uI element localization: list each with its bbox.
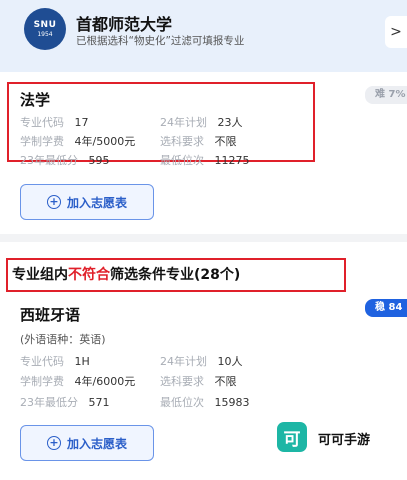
plus-circle-icon: + [46, 195, 61, 209]
section-title: 专业组内不符合筛选条件专业(28个) [12, 267, 241, 283]
subject-req-row: 选科要求 不限 [160, 375, 237, 388]
probability-badge: 稳 84 [365, 299, 407, 317]
university-header: SNU 1954 首都师范大学 已根据选科“物史化”过滤可填报专业 > [0, 0, 407, 72]
section-divider [0, 234, 407, 242]
major-name: 西班牙语 [20, 306, 81, 324]
university-logo: SNU 1954 [24, 8, 66, 50]
tuition-row: 学制学费 4年/6000元 [20, 375, 136, 388]
min-score-row: 23年最低分 571 [20, 396, 110, 409]
add-to-list-button[interactable]: + 加入志愿表 [20, 425, 154, 461]
min-rank-row: 最低位次 11275 [160, 154, 250, 167]
min-score-row: 23年最低分 595 [20, 154, 110, 167]
min-rank-row: 最低位次 15983 [160, 396, 250, 409]
language-note: (外语语种：英语) [20, 333, 106, 346]
tuition-row: 学制学费 4年/5000元 [20, 135, 136, 148]
major-code-row: 专业代码 1H [20, 355, 90, 368]
plan-row: 24年计划 23人 [160, 116, 243, 129]
plus-circle-icon: + [46, 436, 61, 450]
difficulty-badge: 难 7% [365, 86, 407, 104]
watermark-text: 可可手游 [318, 433, 371, 448]
major-card-law: 法学 难 7% 专业代码 17 24年计划 23人 学制学费 4年/5000元 … [0, 72, 407, 234]
university-name: 首都师范大学 [76, 15, 173, 34]
major-card-spanish: 专业组内不符合筛选条件专业(28个) 西班牙语 稳 84 (外语语种：英语) 专… [0, 242, 407, 480]
watermark-logo-icon: 可 [277, 422, 307, 452]
add-to-list-button[interactable]: + 加入志愿表 [20, 184, 154, 220]
close-button[interactable]: > [385, 16, 407, 48]
filter-subtitle: 已根据选科“物史化”过滤可填报专业 [76, 35, 245, 47]
major-code-row: 专业代码 17 [20, 116, 89, 129]
plan-row: 24年计划 10人 [160, 355, 243, 368]
major-name: 法学 [20, 91, 51, 109]
subject-req-row: 选科要求 不限 [160, 135, 237, 148]
